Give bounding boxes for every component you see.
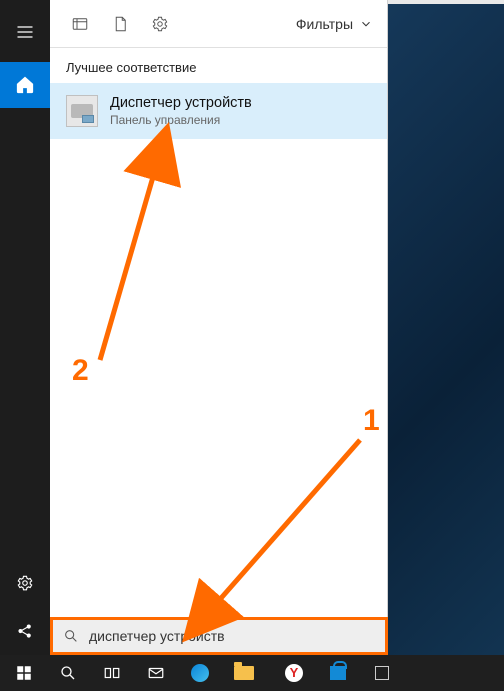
result-subtitle: Панель управления [110, 113, 252, 127]
panel-body [50, 139, 387, 655]
yandex-icon[interactable]: Y [272, 655, 316, 691]
filters-dropdown[interactable]: Фильтры [296, 16, 377, 32]
task-view-icon[interactable] [90, 655, 134, 691]
search-input[interactable] [89, 628, 375, 644]
documents-scope-icon[interactable] [100, 4, 140, 44]
start-left-rail [0, 0, 50, 655]
search-results-panel: Фильтры Лучшее соответствие Диспетчер ус… [50, 0, 388, 655]
best-match-heading: Лучшее соответствие [50, 48, 387, 83]
search-icon [63, 628, 79, 644]
hamburger-icon[interactable] [0, 8, 50, 56]
mail-icon[interactable] [134, 655, 178, 691]
start-button[interactable] [2, 655, 46, 691]
edge-browser-icon[interactable] [178, 655, 222, 691]
apps-scope-icon[interactable] [60, 4, 100, 44]
best-match-result[interactable]: Диспетчер устройств Панель управления [50, 83, 387, 139]
file-explorer-icon[interactable] [222, 655, 266, 691]
store-icon[interactable] [316, 655, 360, 691]
taskbar-search-icon[interactable] [46, 655, 90, 691]
settings-scope-icon[interactable] [140, 4, 180, 44]
tray-app-icon[interactable] [360, 655, 404, 691]
panel-toolbar: Фильтры [50, 0, 387, 48]
chevron-down-icon [359, 17, 373, 31]
share-icon[interactable] [0, 607, 50, 655]
search-box[interactable] [50, 617, 388, 655]
home-icon[interactable] [0, 62, 50, 108]
result-title: Диспетчер устройств [110, 95, 252, 111]
filters-label: Фильтры [296, 16, 353, 32]
taskbar: Y [0, 655, 504, 691]
settings-icon[interactable] [0, 559, 50, 607]
device-manager-icon [66, 95, 98, 127]
